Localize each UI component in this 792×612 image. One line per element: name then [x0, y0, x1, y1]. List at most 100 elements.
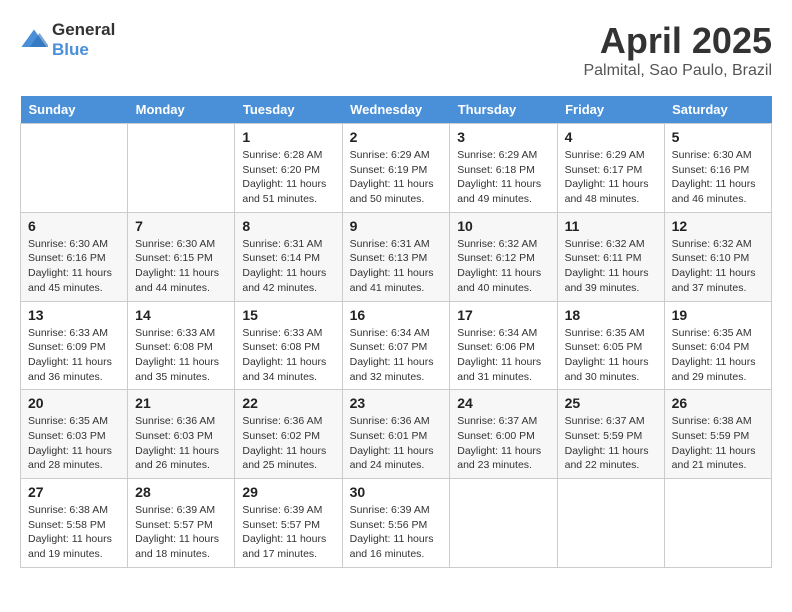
- day-info: Sunrise: 6:35 AMSunset: 6:04 PMDaylight:…: [672, 326, 764, 385]
- calendar-cell: 30 Sunrise: 6:39 AMSunset: 5:56 PMDayligh…: [342, 479, 450, 568]
- day-number: 25: [565, 395, 657, 411]
- day-number: 11: [565, 218, 657, 234]
- col-header-sunday: Sunday: [21, 96, 128, 124]
- calendar-cell: 17 Sunrise: 6:34 AMSunset: 6:06 PMDayligh…: [450, 301, 557, 390]
- col-header-friday: Friday: [557, 96, 664, 124]
- calendar-cell: 2Sunrise: 6:29 AMSunset: 6:19 PMDaylight…: [342, 124, 450, 213]
- day-info: Sunrise: 6:36 AMSunset: 6:01 PMDaylight:…: [350, 414, 443, 473]
- day-number: 10: [457, 218, 549, 234]
- calendar-cell: [128, 124, 235, 213]
- calendar-cell: [21, 124, 128, 213]
- day-number: 1: [242, 129, 334, 145]
- day-number: 18: [565, 307, 657, 323]
- calendar-cell: 4 Sunrise: 6:29 AMSunset: 6:17 PMDaylight…: [557, 124, 664, 213]
- day-info: Sunrise: 6:35 AMSunset: 6:03 PMDaylight:…: [28, 414, 120, 473]
- column-headers: SundayMondayTuesdayWednesdayThursdayFrid…: [21, 96, 772, 124]
- logo-text: General Blue: [52, 20, 115, 60]
- day-number: 22: [242, 395, 334, 411]
- calendar-cell: [557, 479, 664, 568]
- day-number: 6: [28, 218, 120, 234]
- calendar-cell: 28 Sunrise: 6:39 AMSunset: 5:57 PMDayligh…: [128, 479, 235, 568]
- day-number: 19: [672, 307, 764, 323]
- day-info: Sunrise: 6:29 AMSunset: 6:19 PMDaylight:…: [350, 148, 443, 207]
- calendar-cell: 24 Sunrise: 6:37 AMSunset: 6:00 PMDayligh…: [450, 390, 557, 479]
- month-title: April 2025: [583, 20, 772, 62]
- day-number: 20: [28, 395, 120, 411]
- day-info: Sunrise: 6:30 AMSunset: 6:15 PMDaylight:…: [135, 237, 227, 296]
- calendar-cell: 16 Sunrise: 6:34 AMSunset: 6:07 PMDayligh…: [342, 301, 450, 390]
- day-info: Sunrise: 6:32 AMSunset: 6:10 PMDaylight:…: [672, 237, 764, 296]
- page-header: General Blue April 2025 Palmital, Sao Pa…: [20, 20, 772, 80]
- day-info: Sunrise: 6:36 AMSunset: 6:03 PMDaylight:…: [135, 414, 227, 473]
- day-info: Sunrise: 6:31 AMSunset: 6:14 PMDaylight:…: [242, 237, 334, 296]
- day-info: Sunrise: 6:31 AMSunset: 6:13 PMDaylight:…: [350, 237, 443, 296]
- week-row-5: 27 Sunrise: 6:38 AMSunset: 5:58 PMDayligh…: [21, 479, 772, 568]
- calendar-cell: 29 Sunrise: 6:39 AMSunset: 5:57 PMDayligh…: [235, 479, 342, 568]
- calendar-cell: 10 Sunrise: 6:32 AMSunset: 6:12 PMDayligh…: [450, 212, 557, 301]
- day-info: Sunrise: 6:32 AMSunset: 6:12 PMDaylight:…: [457, 237, 549, 296]
- day-number: 12: [672, 218, 764, 234]
- week-row-4: 20 Sunrise: 6:35 AMSunset: 6:03 PMDayligh…: [21, 390, 772, 479]
- calendar-cell: 7Sunrise: 6:30 AMSunset: 6:15 PMDaylight…: [128, 212, 235, 301]
- day-info: Sunrise: 6:33 AMSunset: 6:08 PMDaylight:…: [242, 326, 334, 385]
- calendar-cell: 6 Sunrise: 6:30 AMSunset: 6:16 PMDaylight…: [21, 212, 128, 301]
- day-number: 24: [457, 395, 549, 411]
- day-info: Sunrise: 6:30 AMSunset: 6:16 PMDaylight:…: [672, 148, 764, 207]
- day-info: Sunrise: 6:32 AMSunset: 6:11 PMDaylight:…: [565, 237, 657, 296]
- col-header-wednesday: Wednesday: [342, 96, 450, 124]
- day-info: Sunrise: 6:28 AMSunset: 6:20 PMDaylight:…: [242, 148, 334, 207]
- day-number: 27: [28, 484, 120, 500]
- day-info: Sunrise: 6:38 AMSunset: 5:58 PMDaylight:…: [28, 503, 120, 562]
- day-info: Sunrise: 6:29 AMSunset: 6:17 PMDaylight:…: [565, 148, 657, 207]
- week-row-2: 6 Sunrise: 6:30 AMSunset: 6:16 PMDaylight…: [21, 212, 772, 301]
- calendar-cell: 9 Sunrise: 6:31 AMSunset: 6:13 PMDaylight…: [342, 212, 450, 301]
- day-number: 26: [672, 395, 764, 411]
- logo-icon: [20, 26, 48, 54]
- location-subtitle: Palmital, Sao Paulo, Brazil: [583, 62, 772, 80]
- calendar-cell: 18 Sunrise: 6:35 AMSunset: 6:05 PMDayligh…: [557, 301, 664, 390]
- col-header-tuesday: Tuesday: [235, 96, 342, 124]
- day-number: 17: [457, 307, 549, 323]
- calendar-cell: [450, 479, 557, 568]
- day-info: Sunrise: 6:37 AMSunset: 5:59 PMDaylight:…: [565, 414, 657, 473]
- col-header-thursday: Thursday: [450, 96, 557, 124]
- day-number: 9: [350, 218, 443, 234]
- day-info: Sunrise: 6:30 AMSunset: 6:16 PMDaylight:…: [28, 237, 120, 296]
- day-number: 3: [457, 129, 549, 145]
- day-info: Sunrise: 6:37 AMSunset: 6:00 PMDaylight:…: [457, 414, 549, 473]
- day-number: 4: [565, 129, 657, 145]
- day-number: 16: [350, 307, 443, 323]
- calendar-cell: 15Sunrise: 6:33 AMSunset: 6:08 PMDayligh…: [235, 301, 342, 390]
- calendar-cell: 1 Sunrise: 6:28 AMSunset: 6:20 PMDaylight…: [235, 124, 342, 213]
- day-info: Sunrise: 6:36 AMSunset: 6:02 PMDaylight:…: [242, 414, 334, 473]
- calendar-cell: 21 Sunrise: 6:36 AMSunset: 6:03 PMDayligh…: [128, 390, 235, 479]
- day-number: 8: [242, 218, 334, 234]
- calendar-table: SundayMondayTuesdayWednesdayThursdayFrid…: [20, 96, 772, 568]
- day-info: Sunrise: 6:39 AMSunset: 5:57 PMDaylight:…: [242, 503, 334, 562]
- calendar-cell: 14Sunrise: 6:33 AMSunset: 6:08 PMDayligh…: [128, 301, 235, 390]
- day-number: 21: [135, 395, 227, 411]
- col-header-monday: Monday: [128, 96, 235, 124]
- calendar-cell: 8 Sunrise: 6:31 AMSunset: 6:14 PMDaylight…: [235, 212, 342, 301]
- calendar-cell: 12 Sunrise: 6:32 AMSunset: 6:10 PMDayligh…: [664, 212, 771, 301]
- day-number: 30: [350, 484, 443, 500]
- calendar-cell: 3Sunrise: 6:29 AMSunset: 6:18 PMDaylight…: [450, 124, 557, 213]
- day-number: 23: [350, 395, 443, 411]
- day-info: Sunrise: 6:35 AMSunset: 6:05 PMDaylight:…: [565, 326, 657, 385]
- day-number: 29: [242, 484, 334, 500]
- calendar-cell: 26 Sunrise: 6:38 AMSunset: 5:59 PMDayligh…: [664, 390, 771, 479]
- title-block: April 2025 Palmital, Sao Paulo, Brazil: [583, 20, 772, 80]
- day-number: 14: [135, 307, 227, 323]
- day-number: 28: [135, 484, 227, 500]
- calendar-cell: 25 Sunrise: 6:37 AMSunset: 5:59 PMDayligh…: [557, 390, 664, 479]
- day-number: 5: [672, 129, 764, 145]
- day-number: 13: [28, 307, 120, 323]
- calendar-cell: 5 Sunrise: 6:30 AMSunset: 6:16 PMDaylight…: [664, 124, 771, 213]
- day-info: Sunrise: 6:38 AMSunset: 5:59 PMDaylight:…: [672, 414, 764, 473]
- logo: General Blue: [20, 20, 115, 60]
- day-info: Sunrise: 6:39 AMSunset: 5:57 PMDaylight:…: [135, 503, 227, 562]
- day-info: Sunrise: 6:34 AMSunset: 6:06 PMDaylight:…: [457, 326, 549, 385]
- day-info: Sunrise: 6:34 AMSunset: 6:07 PMDaylight:…: [350, 326, 443, 385]
- calendar-cell: 11 Sunrise: 6:32 AMSunset: 6:11 PMDayligh…: [557, 212, 664, 301]
- day-info: Sunrise: 6:39 AMSunset: 5:56 PMDaylight:…: [350, 503, 443, 562]
